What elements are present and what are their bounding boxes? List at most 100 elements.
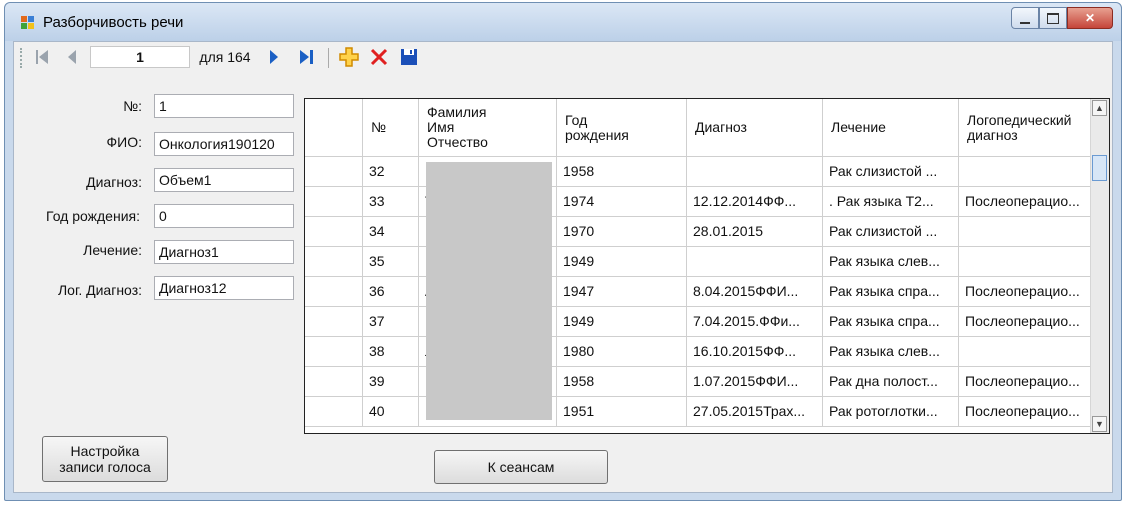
table-cell-num[interactable]: 32 [363,157,419,187]
diagnosis-field[interactable]: Объем1 [154,168,294,192]
column-header-treatment[interactable]: Лечение [823,99,959,157]
table-cell-diag[interactable]: 12.12.2014ФФ... [687,187,823,217]
table-row[interactable]: 34Гл197028.01.2015Рак слизистой ... [305,217,1095,247]
row-header[interactable] [305,187,363,217]
row-header[interactable] [305,217,363,247]
column-header-speech-diagnosis[interactable]: Логопедический диагноз [959,99,1095,157]
table-row[interactable]: 33Т(197412.12.2014ФФ.... Рак языка Т2...… [305,187,1095,217]
table-cell-diag[interactable]: 16.10.2015ФФ... [687,337,823,367]
save-button[interactable] [396,45,422,69]
table-cell-diag[interactable]: 28.01.2015 [687,217,823,247]
treatment-field[interactable]: Диагноз1 [154,240,294,264]
table-cell-treat[interactable]: . Рак языка Т2... [823,187,959,217]
table-cell-logo[interactable]: Послеоперацио... [959,277,1095,307]
table-cell-treat[interactable]: Рак языка слев... [823,337,959,367]
column-header-name[interactable]: Фамилия Имя Отчество [419,99,557,157]
table-cell-treat[interactable]: Рак ротоглотки... [823,397,959,427]
row-header[interactable] [305,277,363,307]
table-cell-diag[interactable] [687,247,823,277]
birth-year-field[interactable]: 0 [154,204,294,228]
delete-button[interactable] [366,45,392,69]
row-header[interactable] [305,337,363,367]
app-window: Разборчивость речи ✕ 1 для 164 №: 1 ФИО:… [4,2,1122,501]
add-new-button[interactable] [336,45,362,69]
table-cell-treat[interactable]: Рак языка слев... [823,247,959,277]
table-cell-diag[interactable]: 7.04.2015.ФФи... [687,307,823,337]
minimize-button[interactable] [1011,7,1039,29]
table-cell-year[interactable]: 1947 [557,277,687,307]
table-row[interactable]: 32Н1958Рак слизистой ... [305,157,1095,187]
position-input[interactable]: 1 [90,46,190,68]
column-header-birth-year[interactable]: Год рождения [557,99,687,157]
row-header[interactable] [305,307,363,337]
table-cell-treat[interactable]: Рак языка спра... [823,277,959,307]
table-cell-year[interactable]: 1980 [557,337,687,367]
table-cell-num[interactable]: 33 [363,187,419,217]
column-header-diagnosis[interactable]: Диагноз [687,99,823,157]
row-header[interactable] [305,397,363,427]
move-first-button[interactable] [30,45,54,69]
table-cell-diag[interactable] [687,157,823,187]
fio-field[interactable]: Онкология190120 [154,132,294,156]
table-cell-treat[interactable]: Рак слизистой ... [823,157,959,187]
row-header[interactable] [305,247,363,277]
table-cell-year[interactable]: 1958 [557,157,687,187]
table-cell-num[interactable]: 39 [363,367,419,397]
table-cell-num[interactable]: 34 [363,217,419,247]
vertical-scrollbar[interactable]: ▲ ▼ [1090,99,1109,433]
client-area: 1 для 164 №: 1 ФИО: Онкология190120 Диаг… [13,41,1113,493]
table-cell-logo[interactable] [959,157,1095,187]
table-row[interactable]: 40Кр195127.05.2015Трах...Рак ротоглотки.… [305,397,1095,427]
window-title: Разборчивость речи [43,14,184,31]
number-field[interactable]: 1 [154,94,294,118]
scroll-thumb[interactable] [1092,155,1107,181]
table-cell-logo[interactable] [959,247,1095,277]
table-cell-logo[interactable]: Послеоперацио... [959,397,1095,427]
move-last-button[interactable] [294,45,320,69]
table-cell-logo[interactable] [959,217,1095,247]
patients-table[interactable]: № Фамилия Имя Отчество Год рождения Диаг… [304,98,1110,434]
table-row[interactable]: 39Гл19581.07.2015ФФИ...Рак дна полост...… [305,367,1095,397]
row-header[interactable] [305,367,363,397]
table-cell-num[interactable]: 40 [363,397,419,427]
maximize-button[interactable] [1039,7,1067,29]
treatment-label: Лечение: [83,242,142,258]
move-next-button[interactable] [262,45,286,69]
table-cell-year[interactable]: 1974 [557,187,687,217]
table-cell-logo[interactable]: Послеоперацио... [959,187,1095,217]
table-cell-logo[interactable]: Послеоперацио... [959,307,1095,337]
table-row[interactable]: 35И.1949Рак языка слев... [305,247,1095,277]
table-row[interactable]: 38Л.198016.10.2015ФФ...Рак языка слев... [305,337,1095,367]
row-header[interactable] [305,157,363,187]
table-cell-treat[interactable]: Рак языка спра... [823,307,959,337]
to-sessions-button[interactable]: К сеансам [434,450,608,484]
scroll-down-button[interactable]: ▼ [1092,416,1107,432]
speech-diagnosis-label: Лог. Диагноз: [57,282,142,298]
table-cell-treat[interactable]: Рак дна полост... [823,367,959,397]
table-header: № Фамилия Имя Отчество Год рождения Диаг… [305,99,1095,157]
table-cell-year[interactable]: 1949 [557,247,687,277]
table-cell-diag[interactable]: 27.05.2015Трах... [687,397,823,427]
table-row[interactable]: 37Б.19497.04.2015.ФФи...Рак языка спра..… [305,307,1095,337]
table-cell-logo[interactable] [959,337,1095,367]
speech-diagnosis-field[interactable]: Диагноз12 [154,276,294,300]
table-cell-year[interactable]: 1970 [557,217,687,247]
table-cell-year[interactable]: 1949 [557,307,687,337]
table-cell-year[interactable]: 1951 [557,397,687,427]
table-cell-num[interactable]: 36 [363,277,419,307]
table-cell-year[interactable]: 1958 [557,367,687,397]
scroll-up-button[interactable]: ▲ [1092,100,1107,116]
table-row[interactable]: 36А.19478.04.2015ФФИ...Рак языка спра...… [305,277,1095,307]
column-header-number[interactable]: № [363,99,419,157]
close-button[interactable]: ✕ [1067,7,1113,29]
table-cell-treat[interactable]: Рак слизистой ... [823,217,959,247]
table-cell-num[interactable]: 37 [363,307,419,337]
voice-recording-settings-button[interactable]: Настройка записи голоса [42,436,168,482]
table-cell-logo[interactable]: Послеоперацио... [959,367,1095,397]
table-cell-diag[interactable]: 8.04.2015ФФИ... [687,277,823,307]
table-cell-diag[interactable]: 1.07.2015ФФИ... [687,367,823,397]
move-previous-icon [68,50,76,64]
move-previous-button[interactable] [60,45,84,69]
table-cell-num[interactable]: 35 [363,247,419,277]
table-cell-num[interactable]: 38 [363,337,419,367]
